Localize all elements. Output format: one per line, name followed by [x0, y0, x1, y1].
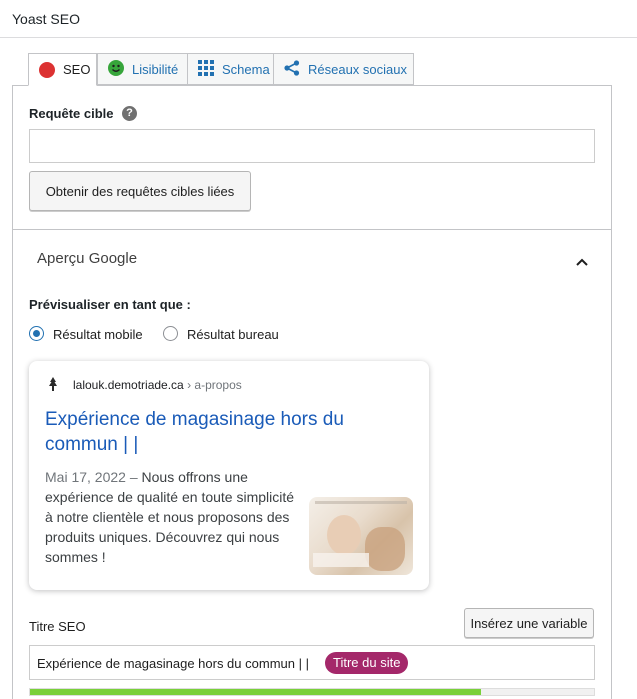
preview-url: lalouk.demotriade.ca › a-propos: [73, 378, 242, 392]
help-icon[interactable]: ?: [122, 106, 137, 121]
preview-result-title[interactable]: Expérience de magasinage hors du commun …: [45, 407, 405, 457]
preview-domain: lalouk.demotriade.ca: [73, 378, 184, 392]
tab-seo-label: SEO: [63, 62, 91, 77]
radio-desktop-label: Résultat bureau: [187, 327, 279, 342]
seo-title-progress-fill: [30, 689, 482, 695]
tab-readability-label: Lisibilité: [132, 61, 179, 77]
radio-mobile[interactable]: [29, 326, 44, 341]
chevron-up-icon[interactable]: [576, 253, 588, 266]
site-title-variable[interactable]: Titre du site: [325, 652, 409, 674]
tab-social[interactable]: Réseaux sociaux: [273, 53, 414, 85]
seo-title-label: Titre SEO: [29, 619, 86, 634]
grid-icon: [198, 59, 214, 79]
red-dot-icon: [39, 61, 55, 78]
focus-keyphrase-input[interactable]: [29, 129, 595, 163]
preview-path: › a-propos: [183, 378, 242, 392]
seo-title-text: Expérience de magasinage hors du commun …: [37, 656, 309, 671]
preview-date: Mai 17, 2022: [45, 469, 126, 485]
focus-keyphrase-label: Requête cible: [29, 106, 114, 121]
google-preview-card: lalouk.demotriade.ca › a-propos Expérien…: [29, 361, 429, 590]
preview-thumbnail: [309, 497, 413, 575]
section-divider: [13, 229, 611, 230]
preview-mode-label: Prévisualiser en tant que :: [29, 297, 191, 312]
insert-variable-button[interactable]: Insérez une variable: [464, 608, 594, 638]
share-icon: [284, 59, 300, 79]
seo-title-input[interactable]: Expérience de magasinage hors du commun …: [29, 645, 595, 680]
smiley-icon: [108, 59, 124, 79]
tab-schema-label: Schema: [222, 61, 270, 77]
tree-favicon-icon: [47, 377, 59, 391]
seo-title-progress: [29, 688, 595, 696]
tab-seo[interactable]: SEO: [28, 53, 97, 86]
radio-desktop[interactable]: [163, 326, 178, 341]
preview-description: Mai 17, 2022 – Nous offrons une expérien…: [45, 467, 295, 567]
radio-mobile-label: Résultat mobile: [53, 327, 143, 342]
google-preview-title: Aperçu Google: [37, 250, 138, 267]
preview-date-separator: –: [125, 469, 142, 485]
tab-schema[interactable]: Schema: [187, 53, 274, 85]
panel-title: Yoast SEO: [12, 11, 80, 27]
panel-header: Yoast SEO: [0, 0, 637, 38]
tab-social-label: Réseaux sociaux: [308, 61, 407, 77]
tab-readability[interactable]: Lisibilité: [97, 53, 188, 85]
related-keyphrases-button[interactable]: Obtenir des requêtes cibles liées: [29, 171, 251, 211]
